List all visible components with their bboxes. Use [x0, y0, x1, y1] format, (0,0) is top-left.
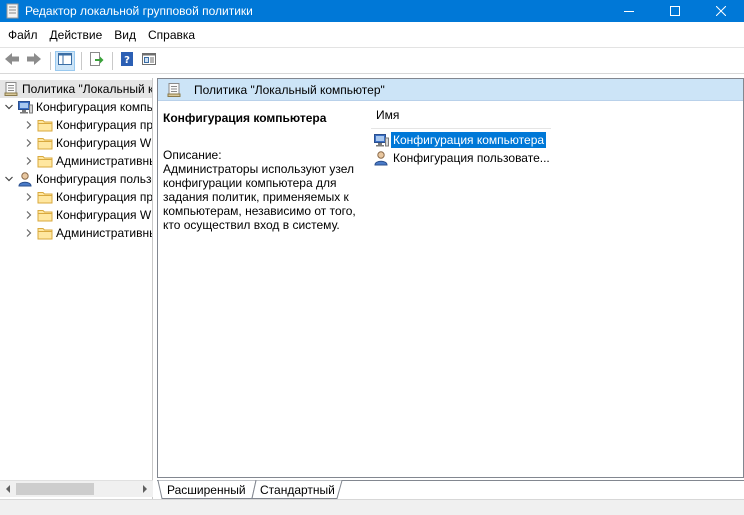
export-list-icon — [88, 51, 104, 70]
scroll-right-icon[interactable] — [137, 481, 152, 497]
toolbar-separator — [112, 51, 113, 70]
description-heading: Конфигурация компьютера — [163, 111, 327, 125]
tree-item-label: Конфигурация Windows — [56, 136, 152, 150]
details-header: Политика "Локальный компьютер" — [158, 79, 743, 101]
tree-item-label: Конфигурация программ — [56, 118, 153, 132]
computer-icon — [373, 132, 389, 148]
details-header-title: Политика "Локальный компьютер" — [194, 82, 385, 97]
menu-view[interactable]: Вид — [108, 25, 142, 45]
details-pane: Политика "Локальный компьютер" Конфигура… — [157, 78, 744, 478]
toolbar: ? — [0, 47, 744, 74]
tab-extended[interactable]: Расширенный — [167, 483, 246, 497]
folder-icon — [37, 189, 53, 205]
back-button[interactable] — [2, 51, 22, 71]
tree-root[interactable]: Политика "Локальный компьютер" — [0, 80, 152, 98]
collapse-chevron-icon[interactable] — [4, 102, 14, 112]
toolbar-separator — [50, 51, 51, 70]
tree-item-computer-config[interactable]: Конфигурация компьютера — [4, 98, 153, 116]
help-button[interactable]: ? — [117, 51, 137, 71]
tree-item-user-admin-templates[interactable]: Административные шаблоны — [24, 224, 152, 242]
collapse-chevron-icon[interactable] — [4, 174, 14, 184]
console-tree[interactable]: Политика "Локальный компьютер" Конфигура… — [0, 78, 153, 499]
tree-item-user-windows-settings[interactable]: Конфигурация Windows — [24, 206, 152, 224]
svg-text:?: ? — [124, 55, 130, 66]
computer-icon — [17, 99, 33, 115]
tree-horizontal-scrollbar[interactable] — [0, 480, 153, 497]
scrollbar-thumb[interactable] — [16, 483, 94, 495]
gpedit-app-icon — [5, 3, 21, 19]
help-icon: ? — [119, 51, 135, 70]
properties-button[interactable] — [139, 51, 159, 71]
user-icon — [17, 171, 33, 187]
description-panel: Конфигурация компьютера Описание: Админи… — [163, 111, 363, 232]
tree-item-user-config[interactable]: Конфигурация пользователя — [4, 170, 152, 188]
close-button[interactable] — [698, 0, 744, 22]
forward-arrow-icon — [26, 51, 42, 70]
tree-root-label: Политика "Локальный компьютер" — [22, 82, 153, 96]
folder-icon — [37, 117, 53, 133]
menu-help[interactable]: Справка — [142, 25, 201, 45]
expand-chevron-icon[interactable] — [24, 228, 34, 238]
tree-item-label: Конфигурация Windows — [56, 208, 152, 222]
description-text: Администраторы используют узел конфигура… — [163, 162, 356, 232]
policy-scroll-icon — [166, 82, 182, 98]
tab-standard[interactable]: Стандартный — [260, 483, 335, 497]
folder-icon — [37, 135, 53, 151]
back-arrow-icon — [4, 51, 20, 70]
folder-icon — [37, 225, 53, 241]
tree-item-label: Административные шаблоны — [56, 226, 152, 240]
policy-scroll-icon — [3, 81, 19, 97]
list-item[interactable]: Конфигурация компьютера — [373, 131, 547, 149]
tree-item-label: Конфигурация компьютера — [36, 100, 153, 114]
show-hide-tree-icon — [57, 51, 73, 70]
expand-chevron-icon[interactable] — [24, 210, 34, 220]
expand-chevron-icon[interactable] — [24, 192, 34, 202]
menu-bar: Файл Действие Вид Справка — [0, 22, 744, 47]
window-title: Редактор локальной групповой политики — [25, 4, 253, 18]
tree-item-user-software-settings[interactable]: Конфигурация программ — [24, 188, 153, 206]
view-tabs: Расширенный Стандартный — [157, 480, 744, 499]
maximize-button[interactable] — [652, 0, 698, 22]
expand-chevron-icon[interactable] — [24, 138, 34, 148]
minimize-button[interactable] — [606, 0, 652, 22]
tree-item-windows-settings[interactable]: Конфигурация Windows — [24, 134, 152, 152]
forward-button[interactable] — [24, 51, 44, 71]
tree-item-admin-templates[interactable]: Административные шаблоны — [24, 152, 152, 170]
tree-item-label: Конфигурация программ — [56, 190, 153, 204]
list-item-label: Конфигурация пользовате... — [393, 151, 550, 165]
show-hide-tree-button[interactable] — [55, 50, 75, 71]
items-list[interactable]: Имя Конфигурация компьютера Конфигурация… — [371, 101, 551, 171]
scroll-left-icon[interactable] — [0, 481, 15, 497]
expand-chevron-icon[interactable] — [24, 120, 34, 130]
tree-item-label: Конфигурация пользователя — [36, 172, 152, 186]
tree-item-label: Административные шаблоны — [56, 154, 152, 168]
title-bar: Редактор локальной групповой политики — [0, 0, 744, 22]
list-item-label: Конфигурация компьютера — [391, 132, 547, 148]
user-icon — [373, 150, 389, 166]
status-bar — [0, 499, 744, 515]
menu-action[interactable]: Действие — [44, 25, 109, 45]
toolbar-separator — [81, 51, 82, 70]
expand-chevron-icon[interactable] — [24, 156, 34, 166]
folder-icon — [37, 207, 53, 223]
column-header-name[interactable]: Имя — [371, 101, 551, 129]
description-label: Описание: — [163, 148, 222, 162]
tree-item-software-settings[interactable]: Конфигурация программ — [24, 116, 153, 134]
export-list-button[interactable] — [86, 51, 106, 71]
folder-icon — [37, 153, 53, 169]
menu-file[interactable]: Файл — [2, 25, 44, 45]
list-item[interactable]: Конфигурация пользовате... — [373, 149, 552, 167]
properties-icon — [141, 51, 157, 70]
